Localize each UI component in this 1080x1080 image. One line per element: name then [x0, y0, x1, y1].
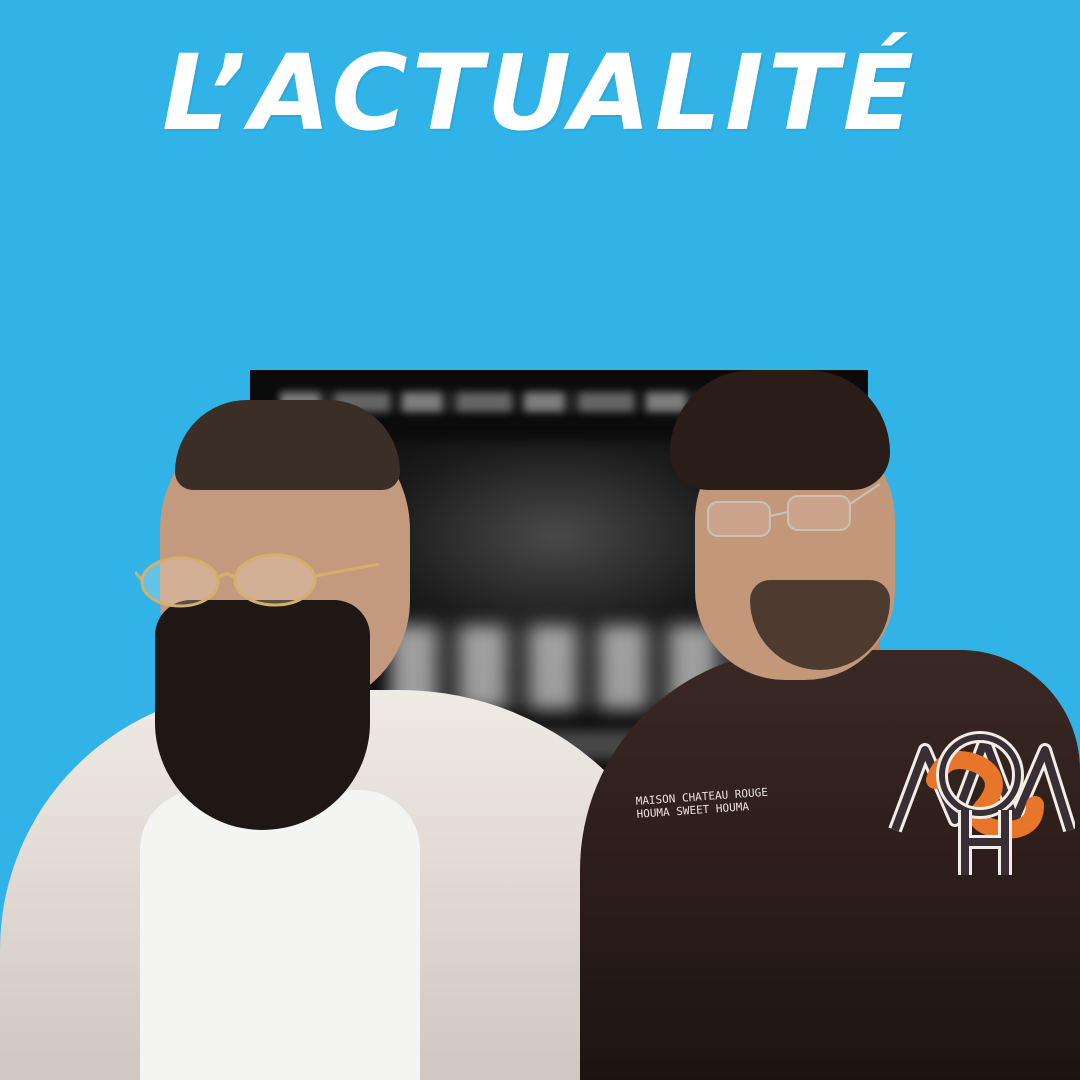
person-left-shirt [140, 790, 420, 1080]
person-right-hair [670, 370, 890, 490]
page-title: L’ACTUALITÉ [162, 32, 918, 154]
monogram-crest-icon [888, 731, 1075, 875]
glasses-icon [135, 553, 380, 608]
person-left-beard [155, 600, 370, 830]
glasses-icon [707, 483, 880, 537]
person-left-hair [175, 400, 400, 490]
